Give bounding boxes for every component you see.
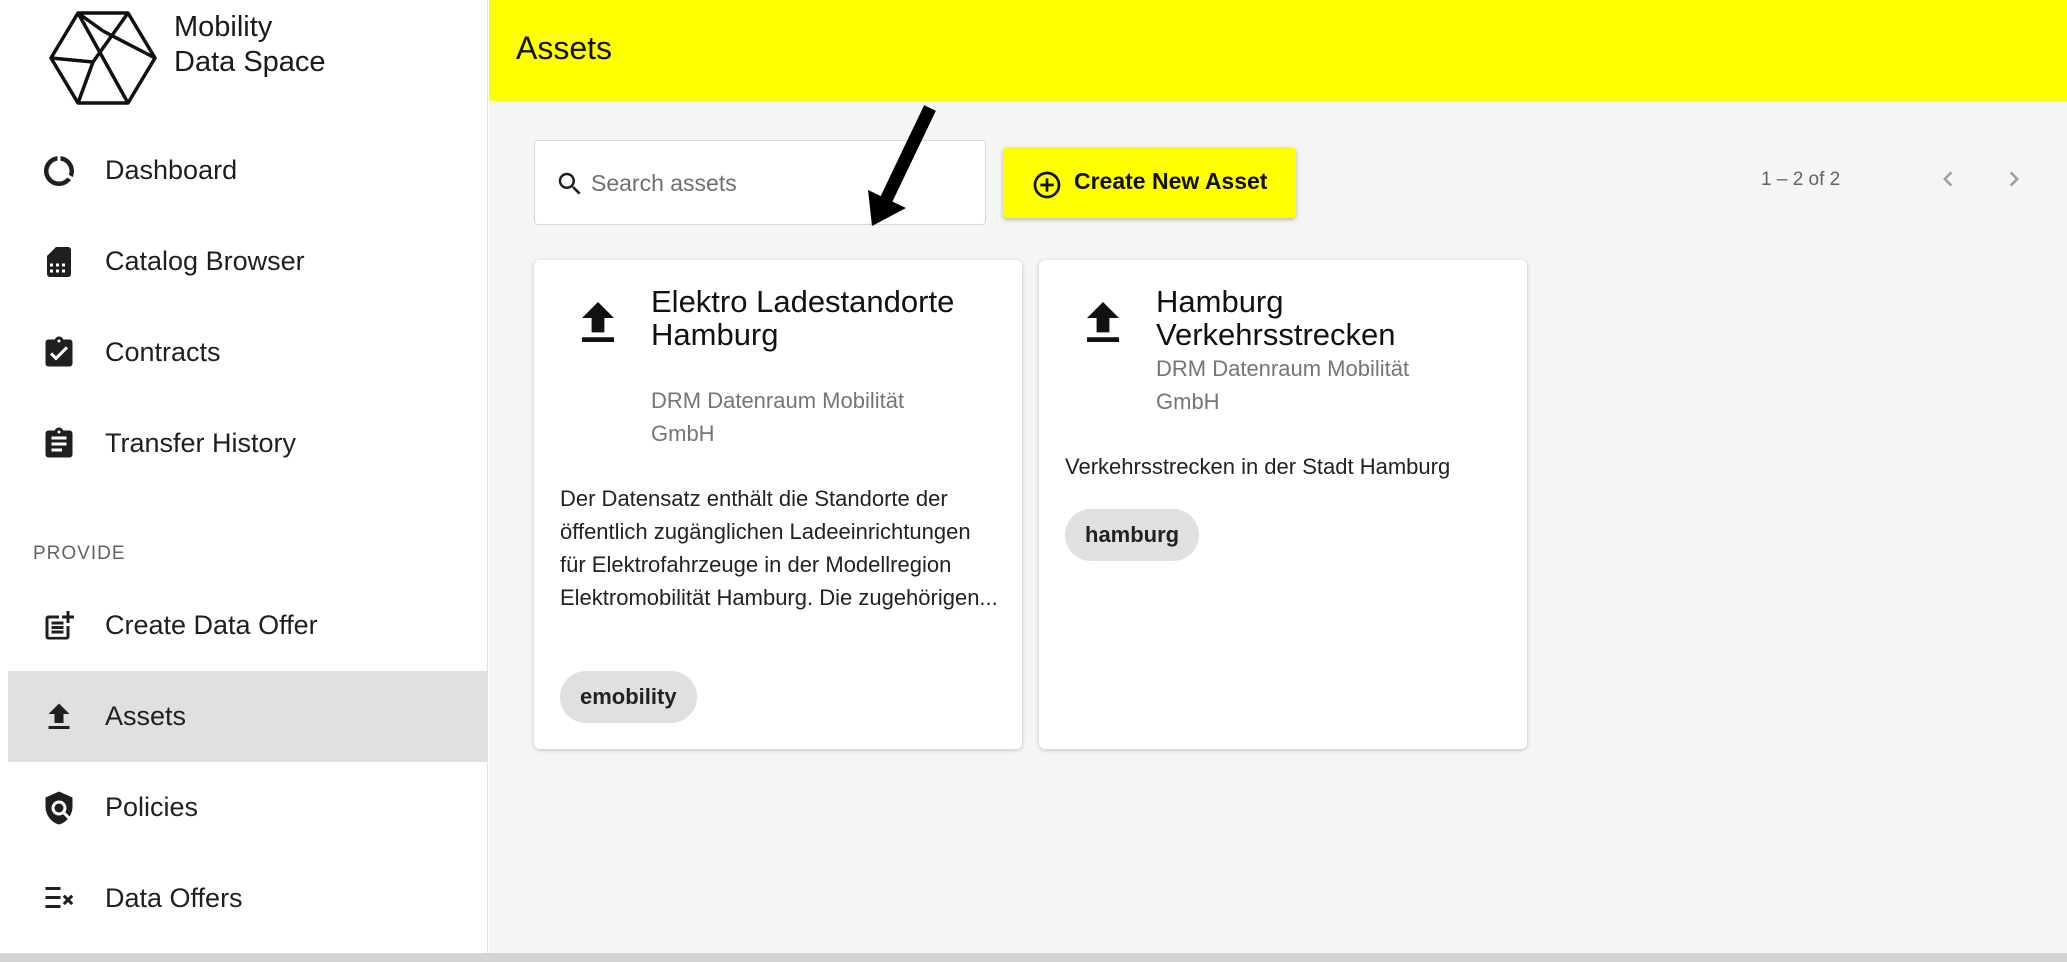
catalog-card-icon — [36, 239, 82, 285]
asset-description: Verkehrsstrecken in der Stadt Hamburg — [1065, 454, 1451, 479]
sidebar-item-label: Assets — [105, 701, 187, 731]
sidebar-item-policies[interactable]: Policies — [8, 762, 488, 853]
sidebar-item-transfer-history[interactable]: Transfer History — [8, 398, 488, 489]
keyword-chip[interactable]: hamburg — [1065, 509, 1200, 561]
chevron-right-icon — [2009, 171, 2019, 187]
sidebar: Mobility Data Space Dashboard Catalog Br… — [0, 0, 488, 953]
mobility-data-space-logo[interactable]: Mobility Data Space — [48, 10, 326, 106]
rule-checklist-icon — [36, 876, 82, 922]
sidebar-item-dashboard[interactable]: Dashboard — [8, 125, 488, 216]
sidebar-item-label: Transfer History — [105, 428, 297, 458]
sidebar-item-label: Data Offers — [105, 883, 243, 913]
window-bottom-edge — [0, 953, 2067, 962]
dashboard-donut-icon — [36, 148, 82, 194]
create-new-asset-button[interactable]: Create New Asset — [1003, 147, 1296, 218]
clipboard-check-icon — [36, 330, 82, 376]
sidebar-item-label: Catalog Browser — [105, 246, 305, 276]
logo-text: Mobility Data Space — [174, 10, 326, 80]
top-header-bar: Assets — [489, 0, 2067, 101]
asset-publisher: DRM Datenraum Mobilität GmbH — [1156, 356, 1410, 414]
logo-line-1: Mobility — [174, 11, 273, 43]
chevron-left-icon — [1943, 171, 1953, 187]
logo-line-2: Data Space — [174, 46, 326, 78]
previous-page-button[interactable] — [1928, 159, 1968, 199]
logo-polyhedron-icon — [49, 11, 157, 105]
post-add-icon — [36, 603, 82, 649]
sidebar-item-contracts[interactable]: Contracts — [8, 307, 488, 398]
sidebar-item-catalog-browser[interactable]: Catalog Browser — [8, 216, 488, 307]
section-label-provide: PROVIDE — [33, 543, 126, 564]
sidebar-item-label: Contracts — [105, 337, 221, 367]
sidebar-item-create-data-offer[interactable]: Create Data Offer — [8, 580, 488, 671]
upload-icon — [36, 694, 82, 740]
search-input[interactable] — [591, 161, 971, 205]
pagination-range: 1 – 2 of 2 — [1761, 169, 1841, 190]
asset-card[interactable]: Hamburg Verkehrsstrecken DRM Datenraum M… — [1039, 260, 1527, 749]
sidebar-item-assets[interactable]: Assets — [8, 671, 488, 762]
asset-title: Hamburg Verkehrsstrecken — [1156, 284, 1396, 352]
asset-card[interactable]: Elektro Ladestandorte Hamburg DRM Datenr… — [534, 260, 1022, 749]
keyword-chip[interactable]: emobility — [560, 671, 697, 723]
sidebar-item-label: Dashboard — [105, 155, 238, 185]
page-title: Assets — [516, 30, 613, 66]
sidebar-item-data-offers[interactable]: Data Offers — [8, 853, 488, 944]
search-field[interactable] — [534, 140, 986, 225]
clipboard-list-icon — [36, 421, 82, 467]
upload-icon — [1087, 302, 1119, 342]
main-content: Create New Asset 1 – 2 of 2 Elektro Lade… — [489, 101, 2067, 953]
sidebar-item-label: Create Data Offer — [105, 610, 318, 640]
asset-title: Elektro Ladestandorte Hamburg — [651, 284, 955, 352]
policy-shield-icon — [36, 785, 82, 831]
next-page-button[interactable] — [1994, 159, 2034, 199]
add-circle-outline-icon — [1033, 171, 1061, 199]
search-icon — [558, 172, 581, 195]
upload-icon — [582, 302, 614, 342]
create-button-label: Create New Asset — [1074, 168, 1268, 194]
asset-description: Der Datensatz enthält die Standorte der … — [560, 486, 998, 610]
asset-publisher: DRM Datenraum Mobilität GmbH — [651, 388, 905, 446]
sidebar-item-label: Policies — [105, 792, 199, 822]
